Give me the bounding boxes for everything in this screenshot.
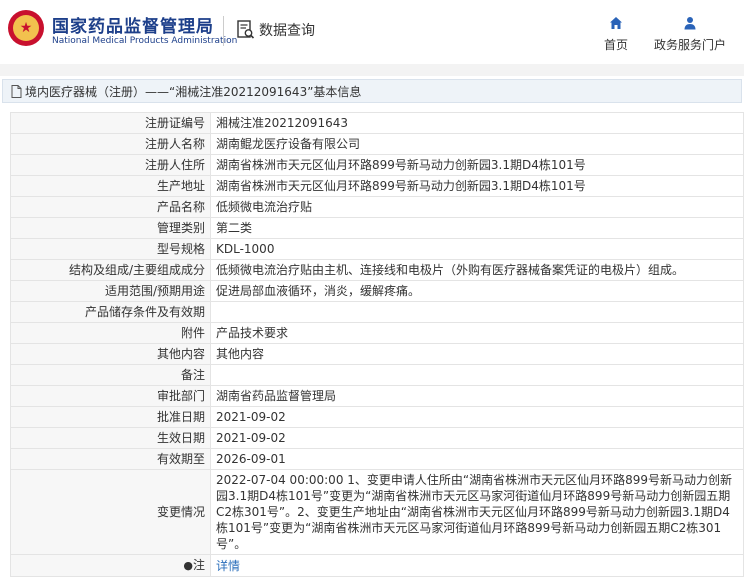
site-header: ★ 国家药品监督管理局 National Medical Products Ad… — [0, 0, 744, 64]
field-value: 湖南鲲龙医疗设备有限公司 — [210, 133, 744, 155]
field-label: 附件 — [10, 322, 211, 344]
field-value: 其他内容 — [210, 343, 744, 365]
table-row: 有效期至 2026-09-01 — [10, 448, 744, 470]
document-icon — [11, 84, 22, 98]
table-row: 其他内容 其他内容 — [10, 343, 744, 365]
field-value: 详情 — [210, 554, 744, 577]
nav-home[interactable]: 首页 — [601, 16, 631, 53]
table-row: 变更情况 2022-07-04 00:00:00 1、变更申请人住所由“湖南省株洲… — [10, 469, 744, 555]
field-label: 其他内容 — [10, 343, 211, 365]
table-row: 备注 — [10, 364, 744, 386]
breadcrumb: 境内医疗器械（注册）——“湘械注准20212091643”基本信息 — [2, 79, 742, 103]
field-label: 生产地址 — [10, 175, 211, 197]
table-row: 适用范围/预期用途 促进局部血液循环，消炎，缓解疼痛。 — [10, 280, 744, 302]
field-label: 适用范围/预期用途 — [10, 280, 211, 302]
field-label: 注册证编号 — [10, 112, 211, 134]
data-query-label: 数据查询 — [259, 23, 315, 39]
field-value: 2026-09-01 — [210, 448, 744, 470]
data-query-link[interactable]: 数据查询 — [237, 20, 315, 40]
user-icon — [684, 17, 696, 30]
field-value: 产品技术要求 — [210, 322, 744, 344]
field-label: 注册人名称 — [10, 133, 211, 155]
nav-service-label: 政务服务门户 — [653, 38, 726, 52]
field-label: 产品储存条件及有效期 — [10, 301, 211, 323]
details-link[interactable]: 详情 — [216, 559, 240, 573]
field-label: 审批部门 — [10, 385, 211, 407]
table-row: 管理类别 第二类 — [10, 217, 744, 239]
breadcrumb-text: 境内医疗器械（注册）——“湘械注准20212091643”基本信息 — [25, 84, 362, 99]
note-label: 注 — [192, 558, 205, 572]
field-label: 管理类别 — [10, 217, 211, 239]
table-row: 产品储存条件及有效期 — [10, 301, 744, 323]
nav-service-portal[interactable]: 政务服务门户 — [652, 16, 728, 53]
field-label: 变更情况 — [10, 469, 211, 555]
field-label: 注册人住所 — [10, 154, 211, 176]
table-row: 生产地址 湖南省株洲市天元区仙月环路899号新马动力创新园3.1期D4栋101号 — [10, 175, 744, 197]
nmpa-emblem-logo[interactable]: ★ — [8, 10, 44, 46]
table-row: 注册证编号 湘械注准20212091643 — [10, 112, 744, 134]
field-value: 2021-09-02 — [210, 406, 744, 428]
table-row: 附件 产品技术要求 — [10, 322, 744, 344]
field-value: 湖南省株洲市天元区仙月环路899号新马动力创新园3.1期D4栋101号 — [210, 175, 744, 197]
header-separator — [0, 64, 744, 76]
nav-home-label: 首页 — [603, 38, 628, 52]
field-value — [210, 364, 744, 386]
field-value: 低频微电流治疗贴 — [210, 196, 744, 218]
field-label: 产品名称 — [10, 196, 211, 218]
field-label: 备注 — [10, 364, 211, 386]
field-label: 批准日期 — [10, 406, 211, 428]
table-row: 注册人住所 湖南省株洲市天元区仙月环路899号新马动力创新园3.1期D4栋101号 — [10, 154, 744, 176]
org-name-en: National Medical Products Administration — [52, 36, 238, 46]
field-value: 2022-07-04 00:00:00 1、变更申请人住所由“湖南省株洲市天元区… — [210, 469, 744, 555]
table-row: 审批部门 湖南省药品监督管理局 — [10, 385, 744, 407]
field-value: 促进局部血液循环，消炎，缓解疼痛。 — [210, 280, 744, 302]
table-row: 结构及组成/主要组成成分 低频微电流治疗贴由主机、连接线和电极片（外购有医疗器械备… — [10, 259, 744, 281]
field-value: KDL-1000 — [210, 238, 744, 260]
header-divider — [223, 16, 224, 46]
field-value: 第二类 — [210, 217, 744, 239]
field-value: 湘械注准20212091643 — [210, 112, 744, 134]
field-value — [210, 301, 744, 323]
field-value: 湖南省株洲市天元区仙月环路899号新马动力创新园3.1期D4栋101号 — [210, 154, 744, 176]
table-row: 批准日期 2021-09-02 — [10, 406, 744, 428]
field-label: 生效日期 — [10, 427, 211, 449]
field-value: 2021-09-02 — [210, 427, 744, 449]
document-search-icon — [237, 20, 255, 39]
table-row: 生效日期 2021-09-02 — [10, 427, 744, 449]
table-row: 型号规格 KDL-1000 — [10, 238, 744, 260]
record-detail-table: 注册证编号 湘械注准20212091643 注册人名称 湖南鲲龙医疗设备有限公司 注册人… — [10, 112, 744, 577]
field-label: 型号规格 — [10, 238, 211, 260]
field-label: 结构及组成/主要组成成分 — [10, 259, 211, 281]
field-value: 湖南省药品监督管理局 — [210, 385, 744, 407]
table-row: 产品名称 低频微电流治疗贴 — [10, 196, 744, 218]
location-pin-icon: ● — [183, 559, 193, 572]
field-label: ●注 — [10, 554, 211, 577]
table-row: 注册人名称 湖南鲲龙医疗设备有限公司 — [10, 133, 744, 155]
home-icon — [610, 17, 622, 29]
field-value: 低频微电流治疗贴由主机、连接线和电极片（外购有医疗器械备案凭证的电极片）组成。 — [210, 259, 744, 281]
org-name[interactable]: 国家药品监督管理局 — [52, 12, 214, 37]
table-row: ●注 详情 — [10, 554, 744, 577]
field-label: 有效期至 — [10, 448, 211, 470]
star-icon: ★ — [13, 15, 39, 41]
